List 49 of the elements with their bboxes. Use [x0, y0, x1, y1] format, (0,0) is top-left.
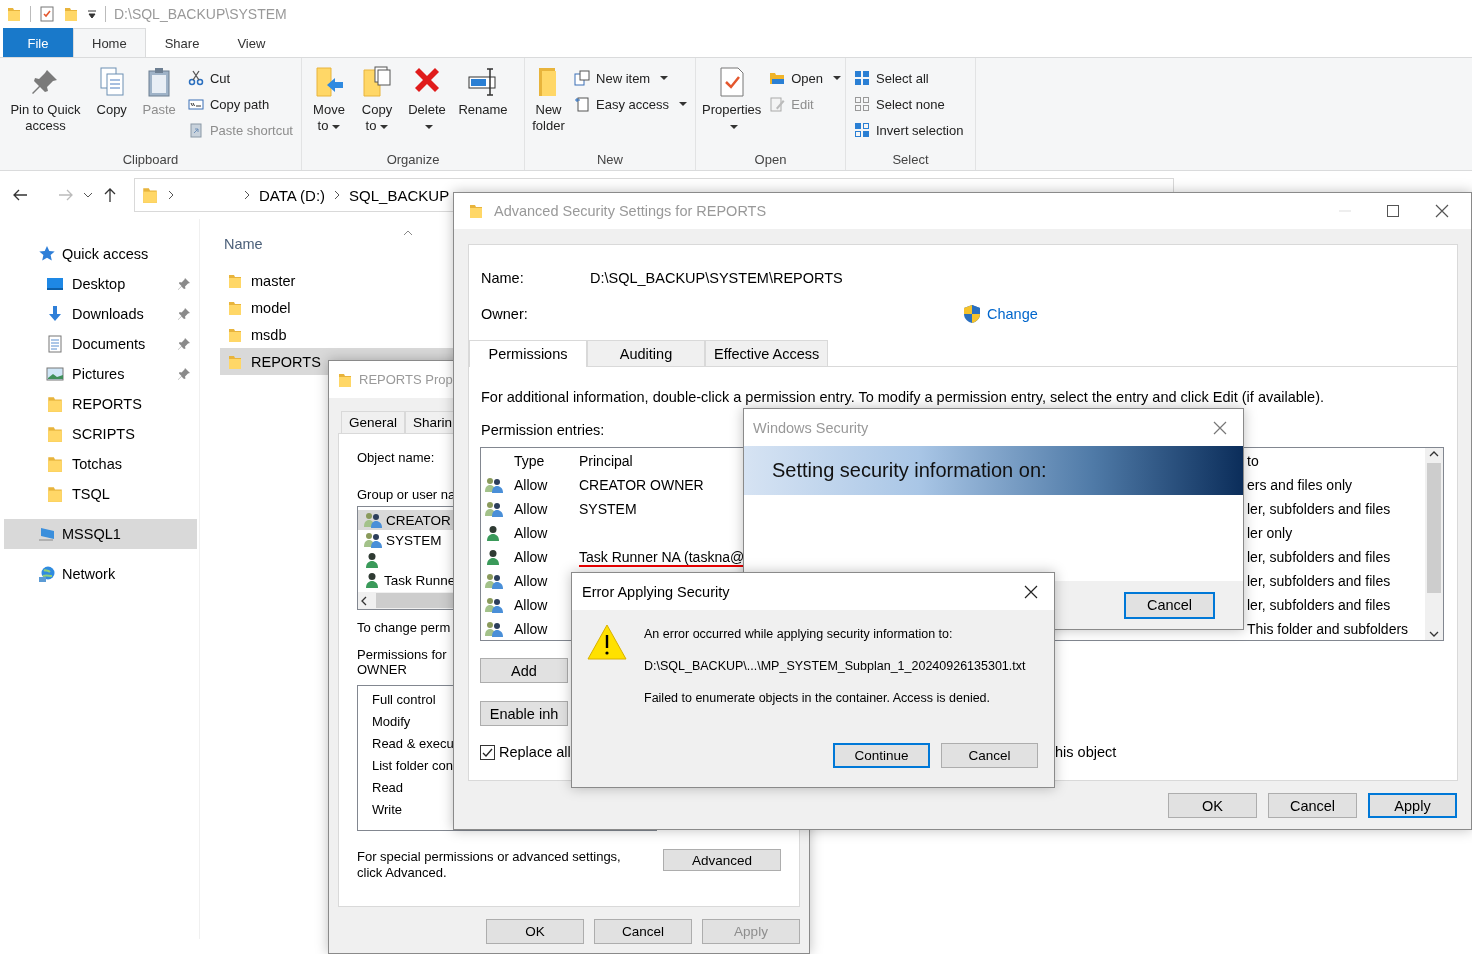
- principal-name: SYSTEM: [386, 532, 442, 548]
- hint-text: For special permissions or advanced settings, click Advanced.: [357, 849, 622, 881]
- table-cell: This folder and subfolders: [1247, 621, 1409, 637]
- principal-name: CREATOR: [386, 512, 451, 528]
- error-message: Failed to enumerate objects in the container. Access is denied.: [644, 691, 992, 705]
- table-cell: Allow: [514, 621, 548, 637]
- table-cell: CREATOR OWNER: [579, 477, 704, 495]
- dialog-title: Windows Security: [753, 419, 869, 436]
- error-message: An error occurred while applying security information to:: [644, 627, 954, 641]
- table-cell: Allow: [514, 573, 548, 589]
- permission-name: List folder con: [372, 758, 453, 775]
- field-label: Permissions for: [357, 647, 447, 662]
- table-cell: ler, subfolders and files: [1247, 597, 1391, 613]
- group-label: Select: [891, 152, 930, 169]
- permission-name: Read & execu: [372, 736, 454, 753]
- table-cell: Allow: [514, 549, 548, 565]
- heading-banner: Setting security information on:: [744, 446, 1243, 495]
- permission-name: Full control: [372, 692, 436, 709]
- hint-text: To change perm: [357, 620, 451, 635]
- checkbox-text: his object: [1055, 744, 1118, 760]
- field-value: D:\SQL_BACKUP\SYSTEM\REPORTS: [590, 270, 843, 286]
- info-text: For additional information, double-click a permission entry. To modify a permission entry, select the entry and click Edit (if available).: [480, 389, 1324, 405]
- field-label: OWNER: [357, 662, 407, 677]
- dialog-title: REPORTS Prop: [359, 372, 453, 387]
- table-cell: ler only: [1247, 525, 1293, 541]
- dialog-title: Error Applying Security: [582, 583, 730, 600]
- field-label: Object name:: [357, 450, 435, 465]
- permission-name: Read: [372, 780, 404, 797]
- table-cell: Allow: [514, 525, 548, 541]
- field-label: Permission entries:: [480, 422, 605, 438]
- table-cell: ers and files only: [1247, 477, 1353, 493]
- permission-name: Write: [372, 802, 403, 819]
- group-label: Open: [753, 152, 788, 169]
- field-label: Name:: [481, 270, 524, 286]
- table-cell: ler, subfolders and files: [1247, 549, 1391, 565]
- group-label: Clipboard: [121, 152, 180, 169]
- window-title: D:\SQL_BACKUP\SYSTEM: [114, 6, 287, 22]
- table-cell: ler, subfolders and files: [1247, 501, 1391, 517]
- group-label: Organize: [385, 152, 441, 169]
- table-cell: Allow: [514, 501, 548, 517]
- table-cell: Allow: [514, 597, 548, 613]
- table-cell: SYSTEM: [579, 501, 637, 519]
- table-cell: ler, subfolders and files: [1247, 573, 1391, 589]
- dialog-title: Advanced Security Settings for REPORTS: [494, 203, 767, 219]
- field-label: Owner:: [481, 306, 528, 322]
- error-message: D:\SQL_BACKUP\...\MP_SYSTEM_Subplan_1_20240926135301.txt: [644, 659, 1026, 673]
- table-cell: Allow: [514, 477, 548, 493]
- permission-name: Modify: [372, 714, 411, 731]
- group-label: New: [596, 152, 624, 169]
